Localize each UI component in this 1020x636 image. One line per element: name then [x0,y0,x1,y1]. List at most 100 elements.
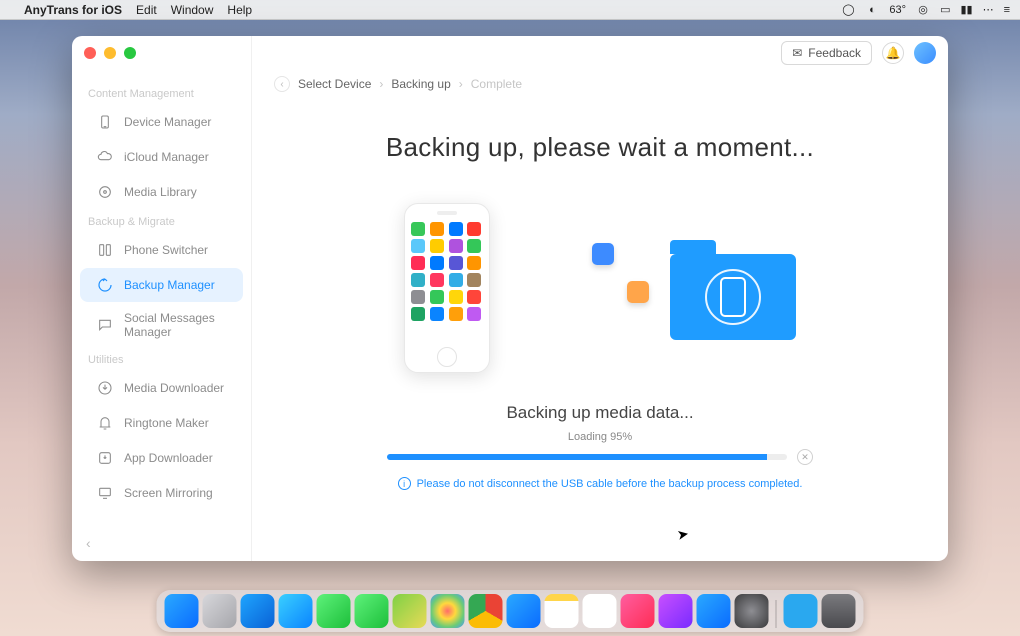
backup-phone-icon [720,277,746,317]
dock-item-settings[interactable] [735,594,769,628]
dock-item-launchpad[interactable] [203,594,237,628]
dock-item-notes[interactable] [545,594,579,628]
status-icon-2[interactable]: ◐ [865,3,879,17]
dock-item-messages[interactable] [317,594,351,628]
spotlight-icon[interactable]: ◎ [916,3,930,17]
dock-item-podcasts[interactable] [659,594,693,628]
sidebar-item-ringtone-maker[interactable]: Ringtone Maker [80,406,243,440]
dock-item-trash[interactable] [822,594,856,628]
mirror-icon [96,484,114,502]
dock-item-appstore[interactable] [697,594,731,628]
battery-icon[interactable]: ▮▮ [960,3,972,16]
sidebar-item-screen-mirroring[interactable]: Screen Mirroring [80,476,243,510]
phone-app-icon [467,273,481,287]
phone-app-icon [449,256,463,270]
dock-item-safari[interactable] [241,594,275,628]
phone-app-icon [467,256,481,270]
phone-app-icon [467,222,481,236]
notification-center-icon[interactable]: ≡ [1004,4,1010,16]
sidebar-item-label: Screen Mirroring [124,486,213,500]
page-heading: Backing up, please wait a moment... [292,132,908,163]
macos-menubar: AnyTrans for iOS Edit Window Help ◯ ◐ 63… [0,0,1020,20]
sidebar-item-label: Media Library [124,185,197,199]
breadcrumb: ‹ Select Device › Backing up › Complete [252,76,948,102]
breadcrumb-step-2[interactable]: Backing up [391,77,450,91]
breadcrumb-back-button[interactable]: ‹ [274,76,290,92]
transfer-chip-2 [627,281,649,303]
backup-progress-bar [387,454,787,460]
cloud-icon [96,148,114,166]
dock-item-maps[interactable] [393,594,427,628]
backup-icon [96,276,114,294]
breadcrumb-step-1[interactable]: Select Device [298,77,371,91]
sidebar-item-backup-manager[interactable]: Backup Manager [80,268,243,302]
menubar-flag-icon[interactable]: ▭ [940,3,950,16]
phone-app-icon [449,273,463,287]
dock-item-mail[interactable] [279,594,313,628]
main-pane: ‹ Select Device › Backing up › Complete … [252,36,948,561]
dock-item-reminders[interactable] [583,594,617,628]
dock-item-music[interactable] [621,594,655,628]
menubar-more-icon[interactable]: ⋯ [983,3,994,16]
dock-separator [776,600,777,628]
sidebar-section-title: Utilities [72,348,251,370]
media-icon [96,183,114,201]
phone-app-icon [430,222,444,236]
phone-app-icon [430,290,444,304]
info-icon: i [398,477,411,490]
phone-app-icon [449,222,463,236]
sidebar-item-label: Backup Manager [124,278,215,292]
sidebar-item-phone-switcher[interactable]: Phone Switcher [80,233,243,267]
sidebar-item-label: Phone Switcher [124,243,208,257]
phone-app-icon [467,307,481,321]
dock-item-anytrans[interactable] [507,594,541,628]
menubar-app-name[interactable]: AnyTrans for iOS [24,3,122,17]
backup-warning-text: i Please do not disconnect the USB cable… [292,477,908,490]
macos-dock [157,590,864,632]
sidebar-item-device-manager[interactable]: Device Manager [80,105,243,139]
status-icon-1[interactable]: ◯ [841,3,855,17]
sidebar-item-app-downloader[interactable]: App Downloader [80,441,243,475]
collapse-sidebar-button[interactable]: ‹ [86,535,91,551]
close-icon: ✕ [801,452,809,463]
sidebar-item-label: Social Messages Manager [124,311,227,339]
dock-item-chrome[interactable] [469,594,503,628]
phone-app-icon [411,290,425,304]
menubar-item-window[interactable]: Window [171,3,214,17]
phone-app-icon [449,290,463,304]
sidebar-item-icloud-manager[interactable]: iCloud Manager [80,140,243,174]
phone-app-icon [411,222,425,236]
chat-icon [96,316,114,334]
app-window: ✉ Feedback 🔔 Content ManagementDevice Ma… [72,36,948,561]
sidebar: Content Management Device Manager iCloud M… [72,36,252,561]
sidebar-section-title: Content Management [72,82,251,104]
sidebar-item-social-messages-manager[interactable]: Social Messages Manager [80,303,243,347]
phone-app-icon [449,307,463,321]
dock-item-facetime[interactable] [355,594,389,628]
switch-icon [96,241,114,259]
phone-app-icon [430,307,444,321]
dock-item-finder[interactable] [165,594,199,628]
phone-app-icon [430,273,444,287]
phone-app-icon [411,307,425,321]
backup-folder-graphic [670,240,796,336]
sidebar-item-media-downloader[interactable]: Media Downloader [80,371,243,405]
sidebar-item-label: Device Manager [124,115,211,129]
phone-app-icon [411,256,425,270]
dock-item-photos[interactable] [431,594,465,628]
menubar-temperature[interactable]: 63° [889,4,906,16]
sidebar-item-label: Ringtone Maker [124,416,209,430]
breadcrumb-step-3: Complete [471,77,522,91]
phone-app-icon [467,290,481,304]
cancel-backup-button[interactable]: ✕ [797,449,813,465]
menubar-item-help[interactable]: Help [227,3,252,17]
menubar-item-edit[interactable]: Edit [136,3,157,17]
phone-app-icon [467,239,481,253]
sidebar-item-media-library[interactable]: Media Library [80,175,243,209]
dock-item-downloads[interactable] [784,594,818,628]
backup-illustration [292,203,908,373]
chevron-left-icon: ‹ [86,535,91,551]
ring-icon [96,414,114,432]
phone-app-icon [449,239,463,253]
sidebar-item-label: iCloud Manager [124,150,209,164]
